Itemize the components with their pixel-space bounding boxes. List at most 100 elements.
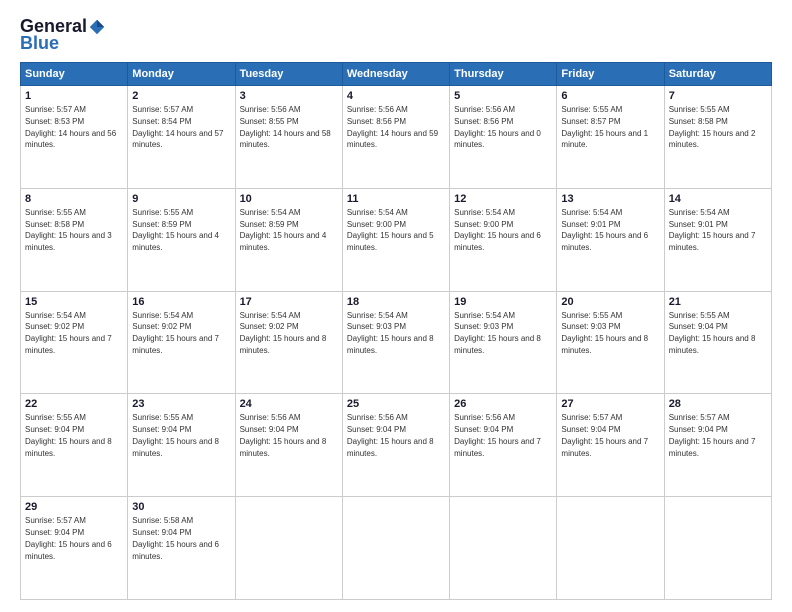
calendar-day-cell: 18Sunrise: 5:54 AMSunset: 9:03 PMDayligh… <box>342 291 449 394</box>
calendar-day-cell: 19 Sunrise: 5:54 AMSunset: 9:03 PMDayligh… <box>450 291 557 394</box>
day-info: Sunrise: 5:54 AMSunset: 9:03 PMDaylight:… <box>454 311 541 355</box>
day-number: 25 <box>347 398 445 410</box>
calendar-day-cell <box>557 497 664 600</box>
day-number: 13 <box>561 193 659 205</box>
calendar-day-cell: 20 Sunrise: 5:55 AMSunset: 9:03 PMDayligh… <box>557 291 664 394</box>
day-number: 26 <box>454 398 552 410</box>
calendar-week-row: 8 Sunrise: 5:55 AMSunset: 8:58 PMDaylight… <box>21 188 772 291</box>
day-number: 8 <box>25 193 123 205</box>
weekday-header: Friday <box>557 63 664 86</box>
calendar-day-cell: 13 Sunrise: 5:54 AMSunset: 9:01 PMDayligh… <box>557 188 664 291</box>
calendar-table: SundayMondayTuesdayWednesdayThursdayFrid… <box>20 62 772 600</box>
calendar-day-cell: 21Sunrise: 5:55 AMSunset: 9:04 PMDayligh… <box>664 291 771 394</box>
calendar-day-cell: 2 Sunrise: 5:57 AMSunset: 8:54 PMDaylight… <box>128 86 235 189</box>
day-info: Sunrise: 5:54 AMSunset: 9:02 PMDaylight:… <box>240 311 327 355</box>
weekday-header: Tuesday <box>235 63 342 86</box>
day-number: 30 <box>132 501 230 513</box>
weekday-header: Thursday <box>450 63 557 86</box>
calendar-day-cell: 11Sunrise: 5:54 AMSunset: 9:00 PMDayligh… <box>342 188 449 291</box>
calendar-day-cell: 25Sunrise: 5:56 AMSunset: 9:04 PMDayligh… <box>342 394 449 497</box>
day-number: 5 <box>454 90 552 102</box>
day-info: Sunrise: 5:55 AMSunset: 8:58 PMDaylight:… <box>669 105 756 149</box>
day-info: Sunrise: 5:57 AMSunset: 8:53 PMDaylight:… <box>25 105 116 149</box>
calendar-day-cell: 16Sunrise: 5:54 AMSunset: 9:02 PMDayligh… <box>128 291 235 394</box>
calendar-day-cell: 4 Sunrise: 5:56 AMSunset: 8:56 PMDaylight… <box>342 86 449 189</box>
day-number: 10 <box>240 193 338 205</box>
calendar-day-cell: 28 Sunrise: 5:57 AMSunset: 9:04 PMDayligh… <box>664 394 771 497</box>
day-number: 23 <box>132 398 230 410</box>
calendar-week-row: 22 Sunrise: 5:55 AMSunset: 9:04 PMDayligh… <box>21 394 772 497</box>
weekday-header: Wednesday <box>342 63 449 86</box>
day-info: Sunrise: 5:57 AMSunset: 9:04 PMDaylight:… <box>669 413 756 457</box>
calendar-day-cell <box>235 497 342 600</box>
logo-icon <box>88 18 106 36</box>
day-number: 18 <box>347 296 445 308</box>
logo: General Blue <box>20 16 106 54</box>
day-number: 17 <box>240 296 338 308</box>
day-info: Sunrise: 5:56 AMSunset: 9:04 PMDaylight:… <box>454 413 541 457</box>
day-number: 3 <box>240 90 338 102</box>
calendar-day-cell: 22 Sunrise: 5:55 AMSunset: 9:04 PMDayligh… <box>21 394 128 497</box>
day-info: Sunrise: 5:54 AMSunset: 8:59 PMDaylight:… <box>240 208 327 252</box>
day-info: Sunrise: 5:58 AMSunset: 9:04 PMDaylight:… <box>132 516 219 560</box>
day-number: 6 <box>561 90 659 102</box>
page: General Blue SundayMondayTuesdayWednesda… <box>0 0 792 612</box>
day-info: Sunrise: 5:55 AMSunset: 8:58 PMDaylight:… <box>25 208 112 252</box>
day-number: 16 <box>132 296 230 308</box>
day-info: Sunrise: 5:56 AMSunset: 8:55 PMDaylight:… <box>240 105 331 149</box>
calendar-day-cell: 27 Sunrise: 5:57 AMSunset: 9:04 PMDayligh… <box>557 394 664 497</box>
calendar-week-row: 15 Sunrise: 5:54 AMSunset: 9:02 PMDayligh… <box>21 291 772 394</box>
day-info: Sunrise: 5:55 AMSunset: 9:04 PMDaylight:… <box>25 413 112 457</box>
day-number: 20 <box>561 296 659 308</box>
calendar-day-cell: 8 Sunrise: 5:55 AMSunset: 8:58 PMDaylight… <box>21 188 128 291</box>
day-number: 29 <box>25 501 123 513</box>
day-number: 19 <box>454 296 552 308</box>
calendar-day-cell: 30 Sunrise: 5:58 AMSunset: 9:04 PMDayligh… <box>128 497 235 600</box>
day-number: 24 <box>240 398 338 410</box>
day-info: Sunrise: 5:55 AMSunset: 8:57 PMDaylight:… <box>561 105 648 149</box>
day-info: Sunrise: 5:54 AMSunset: 9:00 PMDaylight:… <box>454 208 541 252</box>
day-number: 15 <box>25 296 123 308</box>
day-info: Sunrise: 5:54 AMSunset: 9:01 PMDaylight:… <box>669 208 756 252</box>
calendar-day-cell: 6 Sunrise: 5:55 AMSunset: 8:57 PMDaylight… <box>557 86 664 189</box>
day-number: 27 <box>561 398 659 410</box>
day-info: Sunrise: 5:54 AMSunset: 9:01 PMDaylight:… <box>561 208 648 252</box>
calendar-week-row: 1 Sunrise: 5:57 AMSunset: 8:53 PMDaylight… <box>21 86 772 189</box>
calendar-day-cell: 7 Sunrise: 5:55 AMSunset: 8:58 PMDaylight… <box>664 86 771 189</box>
calendar-day-cell: 5 Sunrise: 5:56 AMSunset: 8:56 PMDaylight… <box>450 86 557 189</box>
day-info: Sunrise: 5:56 AMSunset: 8:56 PMDaylight:… <box>347 105 438 149</box>
day-info: Sunrise: 5:56 AMSunset: 9:04 PMDaylight:… <box>240 413 327 457</box>
day-number: 9 <box>132 193 230 205</box>
calendar-day-cell: 1 Sunrise: 5:57 AMSunset: 8:53 PMDaylight… <box>21 86 128 189</box>
day-number: 2 <box>132 90 230 102</box>
calendar-day-cell: 12 Sunrise: 5:54 AMSunset: 9:00 PMDayligh… <box>450 188 557 291</box>
day-info: Sunrise: 5:57 AMSunset: 9:04 PMDaylight:… <box>561 413 648 457</box>
calendar-day-cell: 14 Sunrise: 5:54 AMSunset: 9:01 PMDayligh… <box>664 188 771 291</box>
calendar-day-cell: 26 Sunrise: 5:56 AMSunset: 9:04 PMDayligh… <box>450 394 557 497</box>
day-info: Sunrise: 5:55 AMSunset: 9:03 PMDaylight:… <box>561 311 648 355</box>
weekday-header: Monday <box>128 63 235 86</box>
calendar-header-row: SundayMondayTuesdayWednesdayThursdayFrid… <box>21 63 772 86</box>
day-info: Sunrise: 5:57 AMSunset: 8:54 PMDaylight:… <box>132 105 223 149</box>
day-number: 21 <box>669 296 767 308</box>
day-info: Sunrise: 5:56 AMSunset: 8:56 PMDaylight:… <box>454 105 541 149</box>
day-number: 7 <box>669 90 767 102</box>
day-number: 22 <box>25 398 123 410</box>
day-number: 4 <box>347 90 445 102</box>
calendar-day-cell: 3 Sunrise: 5:56 AMSunset: 8:55 PMDaylight… <box>235 86 342 189</box>
calendar-day-cell: 15Sunrise: 5:54 AMSunset: 9:02 PMDayligh… <box>21 291 128 394</box>
day-number: 28 <box>669 398 767 410</box>
day-number: 14 <box>669 193 767 205</box>
calendar-week-row: 29Sunrise: 5:57 AMSunset: 9:04 PMDayligh… <box>21 497 772 600</box>
day-info: Sunrise: 5:55 AMSunset: 8:59 PMDaylight:… <box>132 208 219 252</box>
calendar-day-cell <box>664 497 771 600</box>
day-number: 11 <box>347 193 445 205</box>
calendar-day-cell: 24 Sunrise: 5:56 AMSunset: 9:04 PMDayligh… <box>235 394 342 497</box>
header: General Blue <box>20 16 772 54</box>
calendar-day-cell: 17 Sunrise: 5:54 AMSunset: 9:02 PMDayligh… <box>235 291 342 394</box>
calendar-day-cell: 9 Sunrise: 5:55 AMSunset: 8:59 PMDaylight… <box>128 188 235 291</box>
day-number: 12 <box>454 193 552 205</box>
day-number: 1 <box>25 90 123 102</box>
logo-blue-text: Blue <box>20 33 59 54</box>
day-info: Sunrise: 5:55 AMSunset: 9:04 PMDaylight:… <box>132 413 219 457</box>
